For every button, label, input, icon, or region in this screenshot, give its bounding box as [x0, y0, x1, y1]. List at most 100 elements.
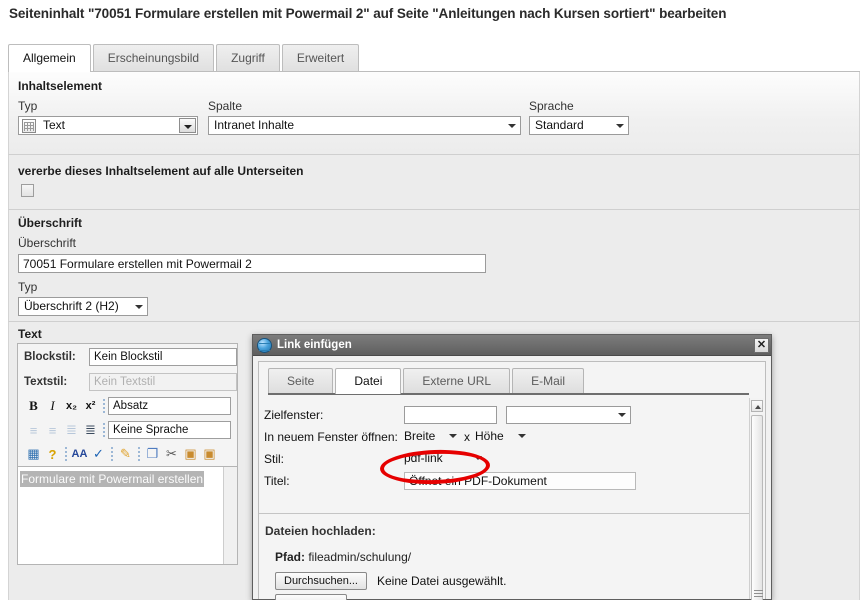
find-replace-icon[interactable]: AA	[70, 445, 89, 464]
sprache-select[interactable]: Standard	[529, 116, 629, 135]
heading-typ-value: Überschrift 2 (H2)	[24, 299, 119, 313]
toolbar-separator	[103, 399, 105, 413]
chevron-down-icon	[135, 305, 143, 309]
dialog-titlebar[interactable]: Link einfügen ✕	[253, 335, 771, 356]
dialog-title: Link einfügen	[277, 339, 352, 351]
breite-select[interactable]: Breite	[404, 428, 459, 446]
second-browse-button[interactable]	[275, 594, 347, 600]
rte-editor-body[interactable]: Formulare mit Powermail erstellen	[18, 466, 237, 564]
path-value: fileadmin/schulung/	[308, 550, 412, 564]
paragraph-format-select[interactable]: Absatz	[108, 397, 231, 415]
dialog-tab-externe-url[interactable]: Externe URL	[403, 368, 511, 393]
dialog-tab-email[interactable]: E-Mail	[512, 368, 585, 393]
rte-toolbar-row-1: B I x₂ x² Absatz	[18, 394, 237, 418]
zielfenster-input[interactable]	[404, 405, 497, 424]
content-element-section-title: Inhaltselement	[18, 79, 103, 93]
chevron-down-icon	[518, 433, 526, 438]
file-upload-row: Durchsuchen... Keine Datei ausgewählt.	[275, 572, 506, 590]
path-row: Pfad: fileadmin/schulung/	[275, 550, 411, 564]
chevron-down-icon[interactable]	[179, 118, 196, 133]
dialog-body: Seite Datei Externe URL E-Mail Zielfenst…	[258, 361, 766, 600]
close-icon[interactable]: ✕	[754, 337, 769, 353]
content-element-panel: Inhaltselement Typ Text Spalte Intranet …	[8, 72, 860, 155]
heading-panel: Überschrift Überschrift Typ Überschrift …	[8, 210, 860, 322]
tab-zugriff[interactable]: Zugriff	[216, 44, 280, 71]
inherit-section-title: vererbe dieses Inhaltselement auf alle U…	[18, 164, 304, 178]
inherit-checkbox[interactable]	[21, 184, 34, 197]
no-file-selected-text: Keine Datei ausgewählt.	[376, 574, 507, 588]
times-separator: x	[464, 429, 470, 444]
link-insert-dialog: Link einfügen ✕ Seite Datei Externe URL …	[252, 334, 772, 600]
spalte-select[interactable]: Intranet Inhalte	[208, 116, 521, 135]
bold-icon[interactable]: B	[24, 397, 43, 416]
stil-select[interactable]: pdf-link	[404, 450, 484, 468]
heading-input[interactable]	[18, 254, 486, 273]
typ-label: Typ	[18, 99, 38, 113]
outdent-icon[interactable]: ≣	[62, 421, 81, 440]
help-icon[interactable]: ?	[43, 445, 62, 464]
typ-select[interactable]: Text	[18, 116, 198, 135]
dialog-scrollbar[interactable]	[749, 398, 764, 600]
table-icon[interactable]: ▦	[24, 445, 43, 464]
indent-icon[interactable]: ≣	[81, 421, 100, 440]
align-left-icon[interactable]: ≡	[24, 421, 43, 440]
path-label: Pfad:	[275, 550, 305, 564]
zielfenster-row: Zielfenster:	[264, 405, 749, 424]
hoehe-value: Höhe	[475, 428, 504, 443]
hoehe-select[interactable]: Höhe	[475, 428, 528, 446]
text-section-title: Text	[18, 327, 42, 341]
typ-select-value: Text	[43, 118, 66, 132]
heading-section-title: Überschrift	[18, 216, 83, 230]
heading-field-label: Überschrift	[18, 236, 77, 250]
neues-fenster-label: In neuem Fenster öffnen:	[264, 429, 398, 444]
spalte-select-value: Intranet Inhalte	[214, 118, 295, 132]
chevron-down-icon	[508, 124, 516, 128]
stil-label: Stil:	[264, 451, 285, 466]
paste-special-icon[interactable]: ▣	[200, 445, 219, 464]
blockstil-select[interactable]: Kein Blockstil	[89, 347, 237, 366]
rte-selected-text[interactable]: Formulare mit Powermail erstellen	[20, 471, 205, 487]
scrollbar-grip-icon	[754, 590, 763, 597]
dialog-tab-datei[interactable]: Datei	[335, 368, 402, 394]
page-title: Seiteninhalt "70051 Formulare erstellen …	[9, 6, 727, 21]
titel-input[interactable]	[404, 471, 636, 490]
dialog-tab-seite[interactable]: Seite	[268, 368, 334, 393]
tab-erweitert[interactable]: Erweitert	[281, 44, 360, 71]
clean-formatting-icon[interactable]: ✎	[116, 445, 135, 464]
tab-allgemein[interactable]: Allgemein	[8, 44, 91, 72]
language-select[interactable]: Keine Sprache	[108, 421, 231, 439]
titel-row: Titel:	[264, 471, 749, 490]
tab-erscheinungsbild[interactable]: Erscheinungsbild	[92, 44, 215, 71]
main-tabstrip: Allgemein Erscheinungsbild Zugriff Erwei…	[0, 44, 868, 72]
rte-scrollbar[interactable]	[223, 467, 237, 564]
toolbar-separator	[103, 423, 105, 437]
spellcheck-icon[interactable]: ✓	[89, 445, 108, 464]
heading-typ-label: Typ	[18, 280, 38, 294]
chevron-down-icon	[474, 455, 482, 460]
browse-button[interactable]: Durchsuchen...	[275, 572, 367, 590]
globe-icon	[257, 337, 272, 353]
blockstil-label: Blockstil:	[24, 350, 76, 363]
align-center-icon[interactable]: ≡	[43, 421, 62, 440]
textstil-select: Kein Textstil	[89, 372, 237, 391]
zielfenster-select[interactable]	[506, 405, 631, 424]
heading-typ-select[interactable]: Überschrift 2 (H2)	[18, 297, 148, 316]
blockstil-row: Blockstil: Kein Blockstil	[18, 344, 237, 369]
neues-fenster-row: In neuem Fenster öffnen: Breite x Höhe	[264, 427, 749, 446]
superscript-icon[interactable]: x²	[81, 397, 100, 416]
chevron-down-icon	[449, 433, 457, 438]
textstil-label: Textstil:	[24, 375, 68, 388]
copy-icon[interactable]: ❐	[143, 445, 162, 464]
subscript-icon[interactable]: x₂	[62, 397, 81, 416]
toolbar-separator	[111, 447, 113, 461]
zielfenster-label: Zielfenster:	[264, 407, 324, 422]
paste-icon[interactable]: ▣	[181, 445, 200, 464]
cut-icon[interactable]: ✂	[162, 445, 181, 464]
scroll-up-arrow-icon[interactable]	[751, 400, 763, 412]
content-text-icon	[22, 119, 36, 133]
dialog-form: Zielfenster: In neuem Fenster öffnen: Br…	[259, 398, 749, 600]
textstil-row: Textstil: Kein Textstil	[18, 369, 237, 394]
scrollbar-thumb[interactable]	[751, 415, 763, 600]
italic-icon[interactable]: I	[43, 397, 62, 416]
toolbar-separator	[138, 447, 140, 461]
